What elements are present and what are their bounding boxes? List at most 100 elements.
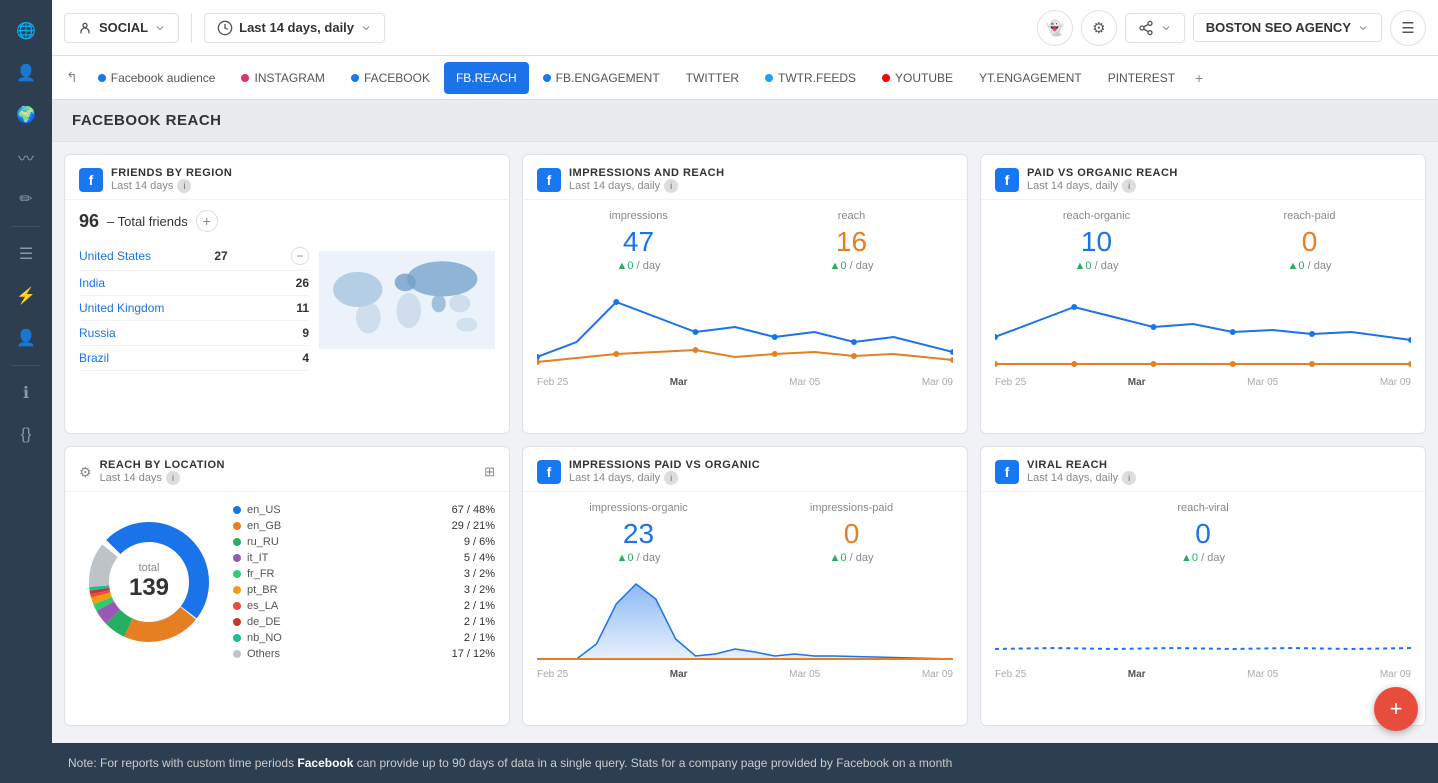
viral-label: reach-viral xyxy=(995,502,1411,514)
info-icon-impressions[interactable]: i xyxy=(664,179,678,193)
settings-icon-btn[interactable]: ⚙ xyxy=(1081,10,1117,46)
sidebar-icon-person[interactable]: 👤 xyxy=(8,320,44,356)
card-title-group4: REACH BY LOCATION Last 14 days i xyxy=(100,459,225,485)
info-icon-viral[interactable]: i xyxy=(1122,471,1136,485)
sidebar-divider2 xyxy=(11,365,41,366)
sidebar-icon-code[interactable]: {} xyxy=(8,417,44,453)
region-count-us: 27 xyxy=(214,249,227,263)
tab-facebook[interactable]: FACEBOOK xyxy=(339,62,442,94)
card-title-group5: IMPRESSIONS PAID VS ORGANIC Last 14 days… xyxy=(569,459,760,485)
topbar: SOCIAL Last 14 days, daily 👻 ⚙ BOSTON SE… xyxy=(52,0,1438,56)
region-link-brazil[interactable]: Brazil xyxy=(79,351,109,365)
x-label: Mar xyxy=(1128,377,1146,388)
x-label: Mar 09 xyxy=(1380,669,1411,680)
info-icon-imp-paid[interactable]: i xyxy=(664,471,678,485)
legend-label-text: fr_FR xyxy=(247,568,275,580)
x-label: Mar 09 xyxy=(922,377,953,388)
card-viral-reach: f VIRAL REACH Last 14 days, daily i reac… xyxy=(980,446,1426,726)
x-label: Mar xyxy=(670,377,688,388)
sidebar-icon-info[interactable]: ℹ xyxy=(8,375,44,411)
legend-dot xyxy=(233,522,241,530)
legend-item-ru-ru: ru_RU 9 / 6% xyxy=(233,534,495,550)
add-tab-icon[interactable]: + xyxy=(1189,66,1209,90)
paid-label: reach-paid xyxy=(1208,210,1411,222)
fb-icon-impressions: f xyxy=(537,168,561,192)
friends-card-title: FRIENDS BY REGION xyxy=(111,167,232,179)
nav-back-icon[interactable]: ↰ xyxy=(60,65,84,90)
sidebar-icon-lightning[interactable]: ⚡ xyxy=(8,278,44,314)
metric-imp-paid: impressions-paid 0 ▲0 / day xyxy=(750,502,953,564)
region-link-uk[interactable]: United Kingdom xyxy=(79,301,164,315)
legend-dot xyxy=(233,570,241,578)
total-friends-label: – Total friends xyxy=(107,214,188,229)
remove-us-btn[interactable]: − xyxy=(291,247,309,265)
sidebar-icon-list[interactable]: ☰ xyxy=(8,236,44,272)
viral-value: 0 xyxy=(995,518,1411,550)
card-header-paid: f PAID VS ORGANIC REACH Last 14 days, da… xyxy=(981,155,1425,200)
tab-twtr-feeds[interactable]: TWTR.FEEDS xyxy=(753,62,868,94)
region-link-india[interactable]: India xyxy=(79,276,105,290)
sidebar-icon-globe[interactable]: 🌐 xyxy=(8,13,44,49)
info-icon-paid[interactable]: i xyxy=(1122,179,1136,193)
card-title-group: FRIENDS BY REGION Last 14 days i xyxy=(111,167,232,193)
chevron-down-icon2 xyxy=(360,22,372,34)
sidebar-icon-globe2[interactable]: 🌍 xyxy=(8,97,44,133)
region-link-russia[interactable]: Russia xyxy=(79,326,116,340)
tab-dot xyxy=(241,74,249,82)
expand-icon-location[interactable]: ⊞ xyxy=(484,464,495,480)
region-link-us[interactable]: United States xyxy=(79,249,151,263)
menu-icon-btn[interactable]: ☰ xyxy=(1390,10,1426,46)
region-count-uk: 11 xyxy=(296,301,309,315)
imp-paid-value: 0 xyxy=(750,518,953,550)
region-count-brazil: 4 xyxy=(302,351,309,365)
x-label: Feb 25 xyxy=(537,377,568,388)
metric-impressions: impressions 47 ▲0 / day xyxy=(537,210,740,272)
tab-pinterest[interactable]: PINTEREST xyxy=(1096,62,1187,94)
region-item: Russia 9 xyxy=(79,321,309,346)
tab-yt-engagement[interactable]: YT.ENGAGEMENT xyxy=(967,62,1094,94)
info-icon-friends[interactable]: i xyxy=(177,179,191,193)
imp-paid-metric-grid: impressions-organic 23 ▲0 / day impressi… xyxy=(537,502,953,564)
row-2: ⚙ REACH BY LOCATION Last 14 days i ⊞ xyxy=(64,446,1426,726)
imp-paid-chart: Feb 25 Mar Mar 05 Mar 09 xyxy=(537,574,953,674)
share-selector[interactable] xyxy=(1125,13,1185,43)
sidebar-icon-edit[interactable]: ✏ xyxy=(8,181,44,217)
sidebar-icon-user[interactable]: 👤 xyxy=(8,55,44,91)
tab-instagram[interactable]: INSTAGRAM xyxy=(229,62,336,94)
tab-youtube[interactable]: YOUTUBE xyxy=(870,62,965,94)
imp-paid-x-labels: Feb 25 Mar Mar 05 Mar 09 xyxy=(537,667,953,682)
sidebar: 🌐 👤 🌍 〰 ✏ ☰ ⚡ 👤 ℹ {} xyxy=(0,0,52,783)
legend-label-text: en_GB xyxy=(247,520,281,532)
legend-dot xyxy=(233,538,241,546)
card-title-group2: IMPRESSIONS AND REACH Last 14 days, dail… xyxy=(569,167,725,193)
tab-facebook-audience[interactable]: Facebook audience xyxy=(86,62,228,94)
impressions-metric-grid: impressions 47 ▲0 / day reach 16 ▲0 / da… xyxy=(537,210,953,272)
impressions-value: 47 xyxy=(537,226,740,258)
tab-dot xyxy=(98,74,106,82)
legend-values: 5 / 4% xyxy=(464,552,495,564)
legend-label-text: Others xyxy=(247,648,280,660)
paid-card-body: reach-organic 10 ▲0 / day reach-paid 0 ▲… xyxy=(981,200,1425,392)
donut-chart-container: total 139 xyxy=(79,512,219,652)
date-range-selector[interactable]: Last 14 days, daily xyxy=(204,13,385,43)
info-icon-location[interactable]: i xyxy=(166,471,180,485)
paid-value: 0 xyxy=(1208,226,1411,258)
ghost-icon-btn[interactable]: 👻 xyxy=(1037,10,1073,46)
region-count-russia: 9 xyxy=(302,326,309,340)
tab-label: INSTAGRAM xyxy=(254,71,324,85)
fab-button[interactable]: + xyxy=(1374,687,1418,731)
impressions-label: impressions xyxy=(537,210,740,222)
sidebar-icon-analytics[interactable]: 〰 xyxy=(8,139,44,175)
tab-fb-engagement[interactable]: FB.ENGAGEMENT xyxy=(531,62,672,94)
region-item: United States 27 − xyxy=(79,242,309,271)
add-region-btn[interactable]: + xyxy=(196,210,218,232)
viral-metric-container: reach-viral 0 ▲0 / day xyxy=(995,502,1411,564)
social-selector[interactable]: SOCIAL xyxy=(64,13,179,43)
legend-values: 67 / 48% xyxy=(452,504,495,516)
tab-twitter[interactable]: TWITTER xyxy=(674,62,751,94)
x-label: Mar 05 xyxy=(789,377,820,388)
agency-selector[interactable]: BOSTON SEO AGENCY xyxy=(1193,13,1382,42)
legend-label-text: en_US xyxy=(247,504,281,516)
fb-icon-friends: f xyxy=(79,168,103,192)
tab-fb-reach[interactable]: FB.REACH xyxy=(444,62,529,94)
